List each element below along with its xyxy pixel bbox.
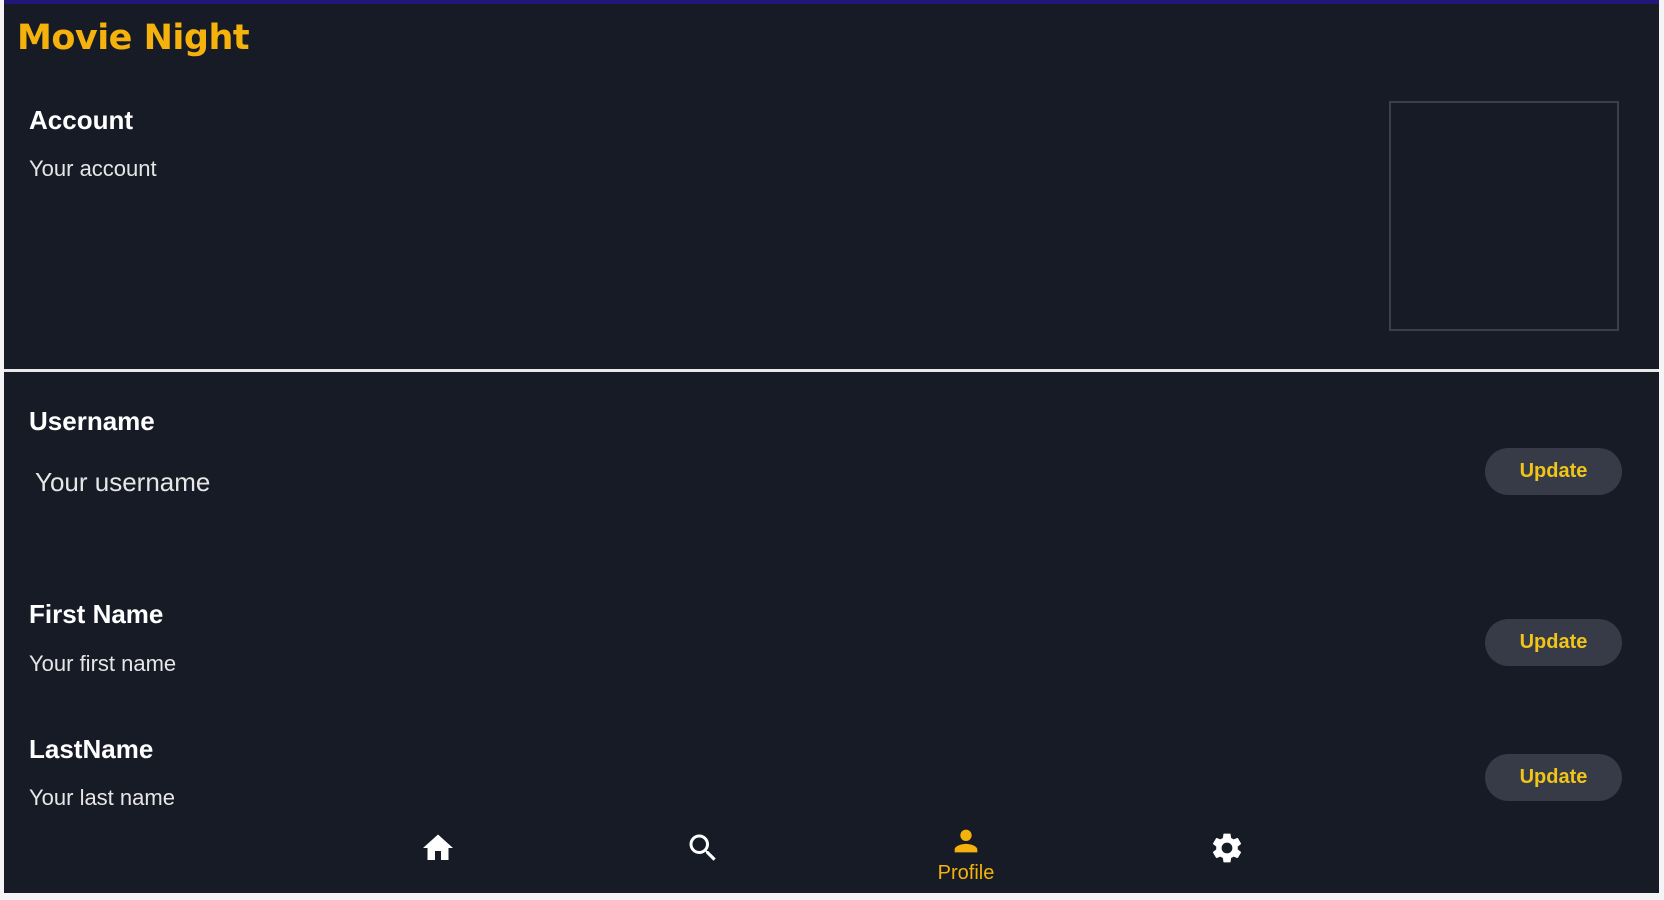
person-icon xyxy=(954,829,978,853)
app-window: Movie Night Account Your account Usernam… xyxy=(4,0,1659,893)
nav-profile-label: Profile xyxy=(937,862,995,884)
nav-home[interactable] xyxy=(393,812,483,893)
profile-image-placeholder[interactable] xyxy=(1389,101,1619,331)
section-divider xyxy=(4,369,1659,372)
update-username-button[interactable]: Update xyxy=(1485,448,1622,495)
first-name-label: First Name xyxy=(29,599,164,629)
search-icon xyxy=(689,834,716,861)
last-name-value: Your last name xyxy=(29,785,175,810)
update-first-name-button[interactable]: Update xyxy=(1485,619,1622,666)
account-heading: Account xyxy=(29,105,133,135)
top-accent-bar xyxy=(4,0,1659,4)
screen-frame: Movie Night Account Your account Usernam… xyxy=(0,0,1664,900)
update-last-name-button[interactable]: Update xyxy=(1485,754,1622,801)
last-name-label: LastName xyxy=(29,734,154,764)
nav-profile[interactable]: Profile xyxy=(921,812,1011,893)
account-subtitle: Your account xyxy=(29,156,157,181)
gear-icon xyxy=(1212,833,1242,863)
username-value: Your username xyxy=(35,467,211,497)
home-icon xyxy=(423,834,453,860)
app-title: Movie Night xyxy=(17,18,250,58)
nav-settings[interactable] xyxy=(1182,812,1272,893)
first-name-value: Your first name xyxy=(29,651,177,676)
bottom-navigation: Profile xyxy=(4,812,1659,893)
username-label: Username xyxy=(29,406,155,436)
nav-search[interactable] xyxy=(658,812,748,893)
